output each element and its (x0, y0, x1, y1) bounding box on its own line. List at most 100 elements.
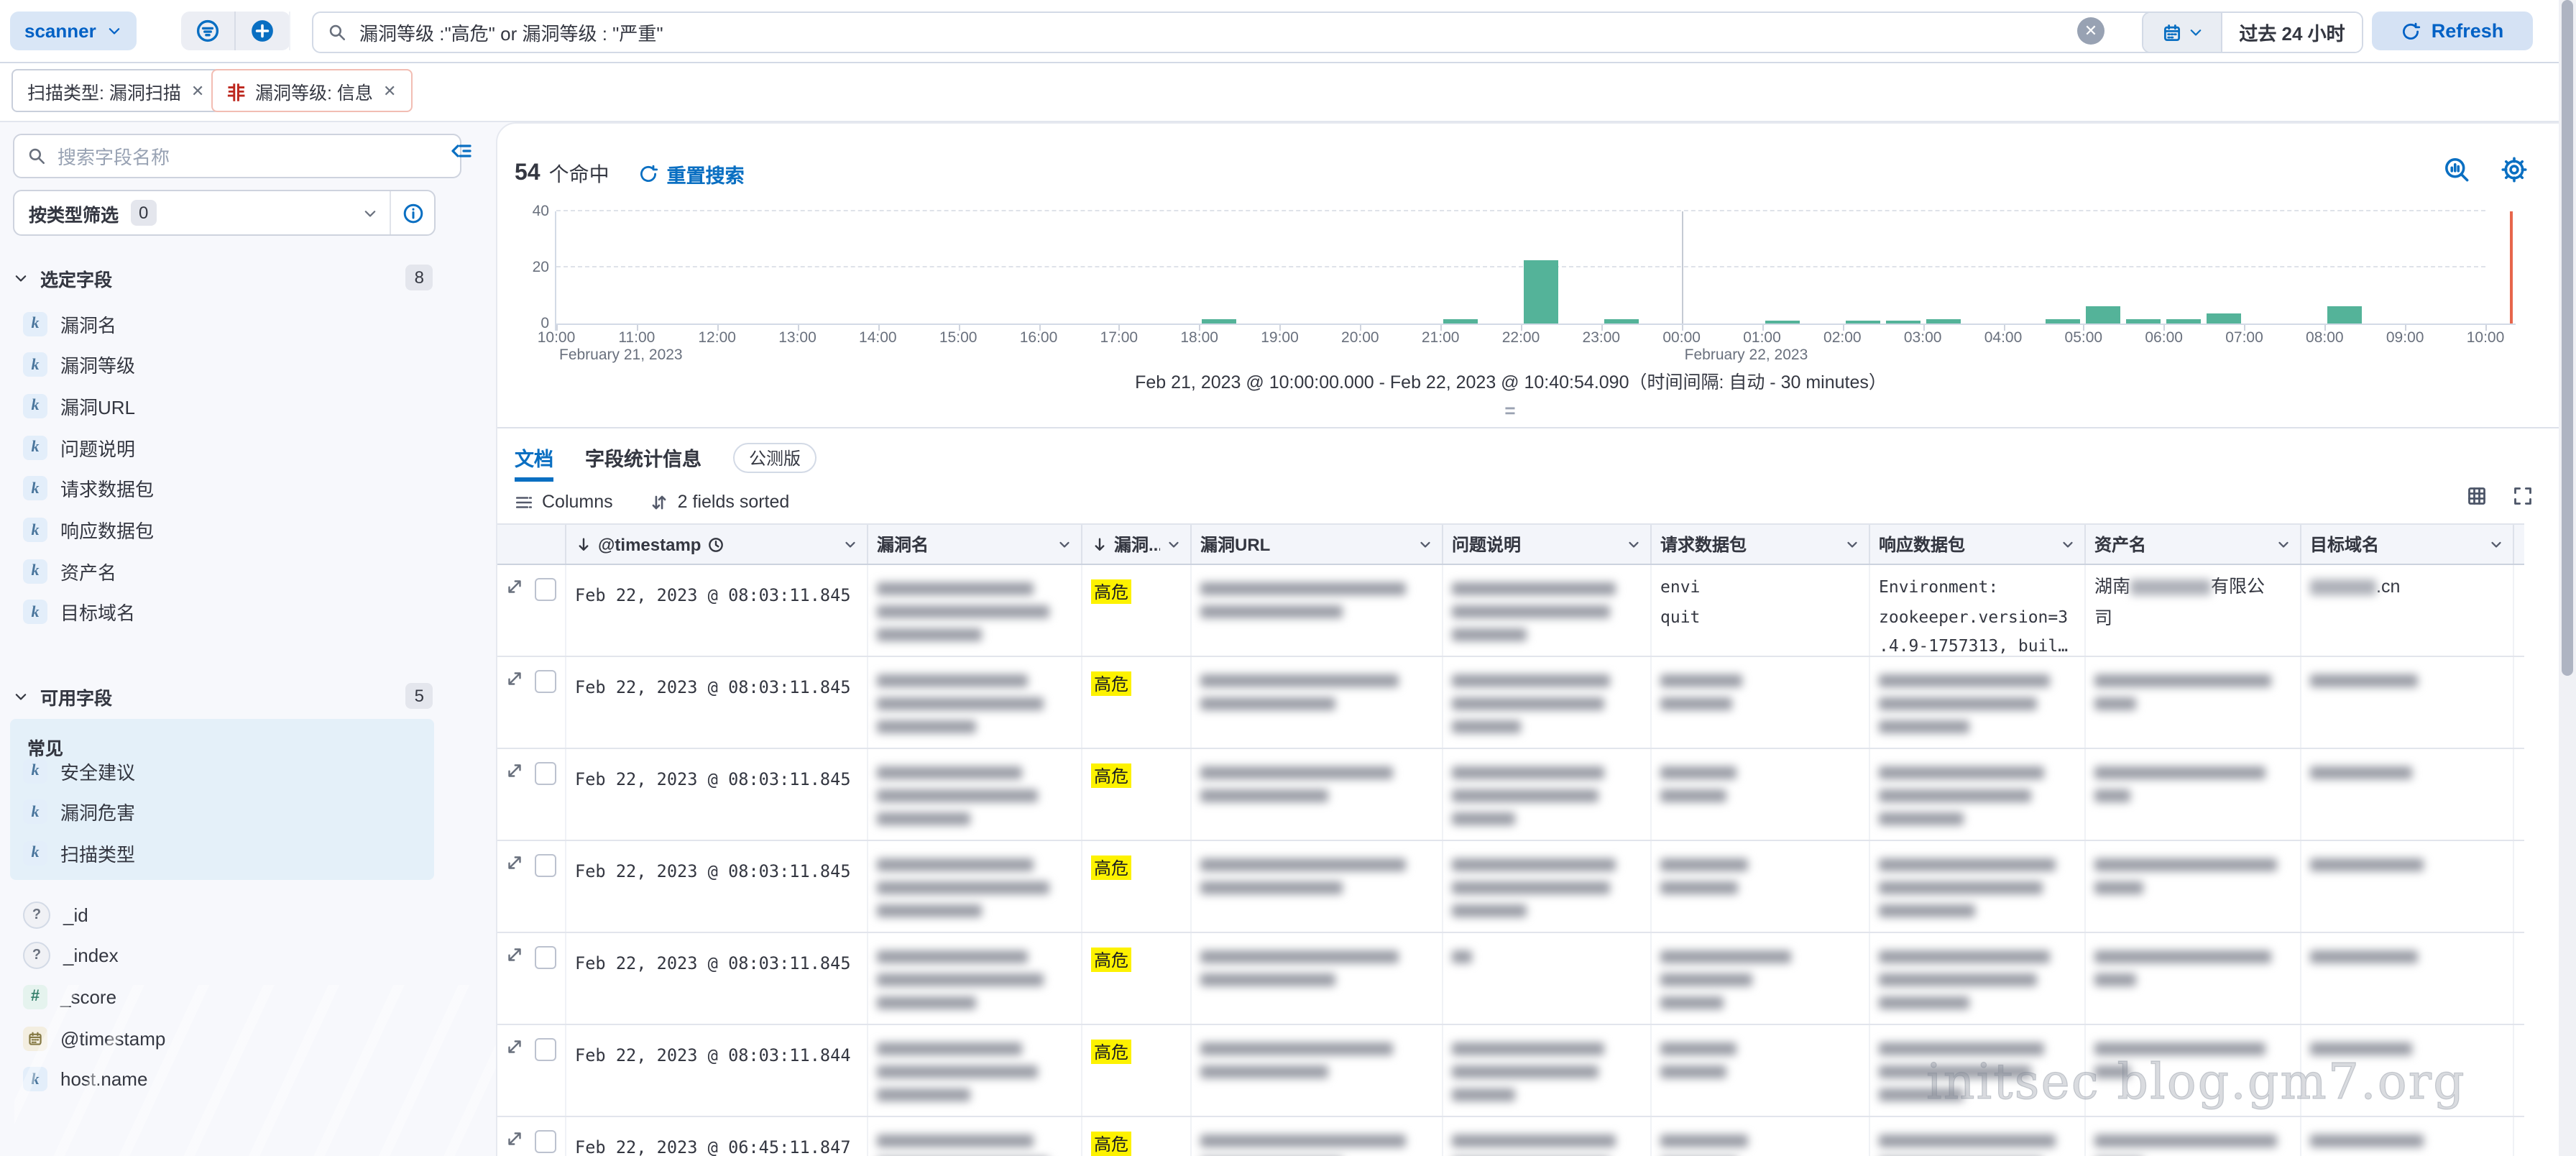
inspect-icon[interactable] (2444, 157, 2470, 183)
row-checkbox[interactable] (535, 854, 556, 877)
selected-field-3[interactable]: k问题说明 (23, 431, 135, 463)
reset-search-link[interactable]: 重置搜索 (638, 160, 745, 188)
resize-drag-handle[interactable]: = (497, 400, 2524, 421)
histogram-bar[interactable] (2167, 318, 2202, 324)
page-scrollbar-thumb[interactable] (2562, 0, 2573, 676)
selected-field-2[interactable]: k漏洞URL (23, 390, 135, 422)
histogram-bar[interactable] (2207, 313, 2242, 324)
add-filter-icon[interactable] (236, 12, 290, 50)
available-fields-header[interactable]: 可用字段 5 (13, 680, 433, 712)
sort-fields-button[interactable]: 2 fields sorted (650, 492, 790, 512)
gear-icon[interactable] (2501, 157, 2527, 183)
filter-pill-severity-negated[interactable]: 非 漏洞等级: 信息 ✕ (211, 69, 412, 112)
expand-row-icon[interactable] (506, 1130, 523, 1156)
histogram-bar[interactable] (1926, 318, 1960, 324)
search-query-bar[interactable]: 漏洞等级 :"高危" or 漏洞等级 : "严重" (312, 12, 2161, 53)
remove-filter-icon[interactable]: ✕ (191, 81, 204, 100)
clear-query-button[interactable]: ✕ (2077, 17, 2104, 45)
info-icon[interactable] (391, 202, 434, 224)
histogram-bar[interactable] (1845, 321, 1880, 324)
column-menu-icon[interactable] (1166, 536, 1182, 552)
expand-row-icon[interactable] (506, 854, 523, 925)
redacted-text (1452, 605, 1610, 618)
column-header-timestamp[interactable]: @timestamp (566, 525, 868, 564)
column-menu-icon[interactable] (1844, 536, 1860, 552)
remove-filter-icon[interactable]: ✕ (383, 81, 396, 100)
calendar-menu-button[interactable] (2143, 13, 2222, 52)
popular-field-2[interactable]: k扫描类型 (23, 838, 135, 869)
selected-field-4[interactable]: k请求数据包 (23, 473, 154, 505)
table-row[interactable]: Feb 22, 2023 @ 08:03:11.845高危 (497, 749, 2524, 841)
refresh-button[interactable]: Refresh (2372, 12, 2533, 50)
column-header-vuln_url[interactable]: 漏洞URL (1192, 525, 1443, 564)
meta-field-host.name[interactable]: khost.name (23, 1064, 147, 1096)
histogram-bar[interactable] (2327, 307, 2362, 324)
display-density-icon[interactable] (2467, 486, 2487, 506)
meta-field-_id[interactable]: ?_id (23, 899, 88, 930)
filter-by-type-select[interactable]: 按类型筛选 0 (13, 190, 436, 236)
column-menu-icon[interactable] (1417, 536, 1433, 552)
table-row[interactable]: Feb 22, 2023 @ 08:03:11.845高危 (497, 657, 2524, 749)
expand-row-icon[interactable] (506, 762, 523, 832)
column-menu-icon[interactable] (2276, 536, 2291, 552)
time-range-button[interactable]: 过去 24 小时 (2222, 13, 2362, 52)
column-header-description[interactable]: 问题说明 (1443, 525, 1652, 564)
selected-field-0[interactable]: k漏洞名 (23, 308, 116, 339)
column-menu-icon[interactable] (2060, 536, 2076, 552)
column-header-response[interactable]: 响应数据包 (1870, 525, 2086, 564)
histogram-bar[interactable] (1524, 260, 1558, 324)
row-checkbox[interactable] (535, 762, 556, 785)
date-field-icon (23, 1026, 47, 1050)
column-menu-icon[interactable] (1626, 536, 1642, 552)
tab-field-statistics[interactable]: 字段统计信息 (585, 443, 702, 472)
meta-field-_score[interactable]: #_score (23, 981, 116, 1013)
histogram-bar[interactable] (1604, 319, 1639, 324)
table-row[interactable]: Feb 22, 2023 @ 08:03:11.845高危envi quitEn… (497, 565, 2524, 657)
collapse-sidebar-icon[interactable] (450, 139, 473, 162)
expand-row-icon[interactable] (506, 578, 523, 648)
selected-fields-header[interactable]: 选定字段 8 (13, 262, 433, 293)
selected-field-5[interactable]: k响应数据包 (23, 514, 154, 546)
row-checkbox[interactable] (535, 578, 556, 601)
fullscreen-icon[interactable] (2513, 486, 2533, 506)
row-checkbox[interactable] (535, 670, 556, 693)
selected-field-6[interactable]: k资产名 (23, 555, 116, 587)
column-header-severity[interactable]: 漏洞... (1082, 525, 1192, 564)
expand-row-icon[interactable] (506, 946, 523, 1017)
filter-pill-scan-type[interactable]: 扫描类型: 漏洞扫描 ✕ (12, 69, 220, 112)
histogram-bar[interactable] (1443, 319, 1478, 324)
histogram-bar[interactable] (1202, 319, 1237, 324)
histogram-bar[interactable] (1765, 321, 1800, 324)
expand-row-icon[interactable] (506, 670, 523, 740)
popular-field-1[interactable]: k漏洞危害 (23, 796, 135, 827)
histogram-bar[interactable] (1885, 321, 1920, 324)
tab-documents[interactable]: 文档 (515, 443, 553, 472)
table-row[interactable]: Feb 22, 2023 @ 08:03:11.845高危 (497, 933, 2524, 1025)
row-checkbox[interactable] (535, 1130, 556, 1153)
column-menu-icon[interactable] (2488, 536, 2504, 552)
index-pattern-selector[interactable]: scanner (10, 12, 137, 50)
row-checkbox[interactable] (535, 946, 556, 969)
histogram-bar[interactable] (2127, 318, 2161, 324)
table-row[interactable]: Feb 22, 2023 @ 06:45:11.847高危 (497, 1117, 2524, 1156)
popular-field-0[interactable]: k安全建议 (23, 755, 135, 786)
selected-field-1[interactable]: k漏洞等级 (23, 349, 135, 380)
column-header-domain[interactable]: 目标域名 (2301, 525, 2514, 564)
columns-button[interactable]: Columns (515, 492, 613, 512)
selected-field-7[interactable]: k目标域名 (23, 597, 135, 628)
saved-query-menu-icon[interactable] (181, 12, 236, 50)
meta-field-_index[interactable]: ?_index (23, 940, 119, 971)
column-menu-icon[interactable] (1057, 536, 1072, 552)
row-checkbox[interactable] (535, 1038, 556, 1061)
column-header-vuln_name[interactable]: 漏洞名 (868, 525, 1082, 564)
expand-row-icon[interactable] (506, 1038, 523, 1109)
column-menu-icon[interactable] (842, 536, 858, 552)
histogram-bar[interactable] (2046, 318, 2081, 324)
histogram-bar[interactable] (2087, 307, 2121, 324)
table-row[interactable]: Feb 22, 2023 @ 08:03:11.844高危 (497, 1025, 2524, 1117)
field-search-input[interactable]: 搜索字段名称 (13, 134, 461, 178)
column-header-request[interactable]: 请求数据包 (1652, 525, 1870, 564)
table-row[interactable]: Feb 22, 2023 @ 08:03:11.845高危 (497, 841, 2524, 933)
column-header-asset[interactable]: 资产名 (2086, 525, 2301, 564)
meta-field-@timestamp[interactable]: @timestamp (23, 1022, 165, 1054)
